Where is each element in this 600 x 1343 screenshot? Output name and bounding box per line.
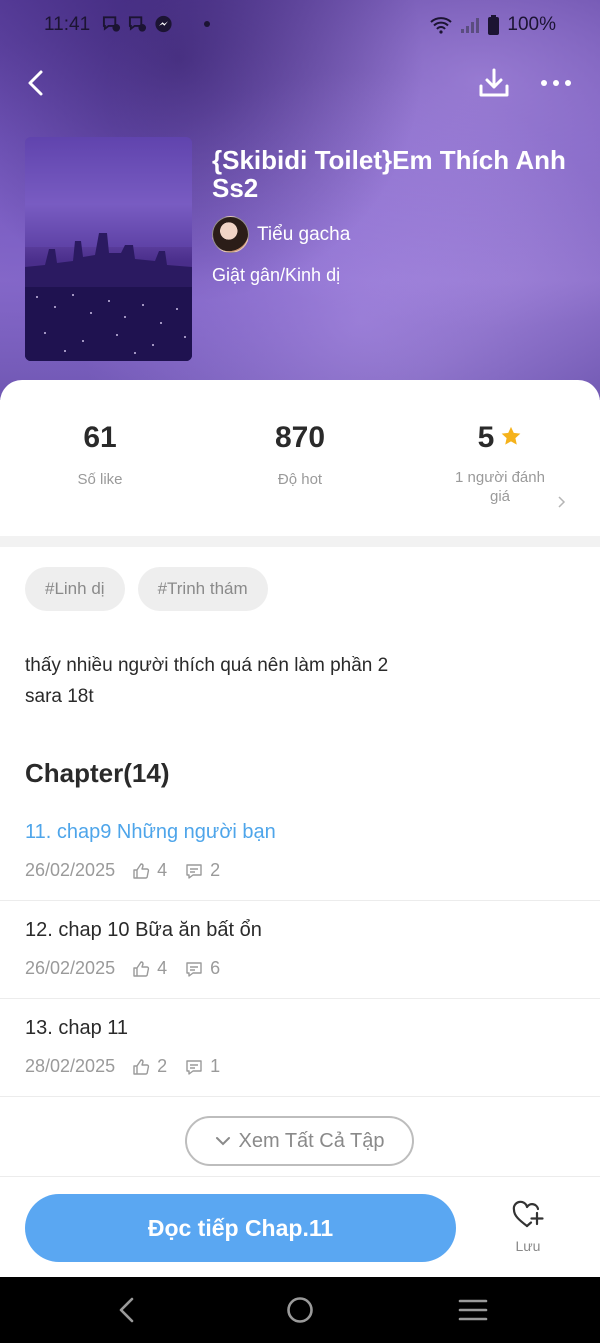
save-button[interactable]: Lưu [498, 1199, 558, 1263]
chat-notification-icon [128, 16, 147, 32]
system-home-icon[interactable] [286, 1296, 314, 1324]
comment-icon [186, 1059, 202, 1075]
chapter-title[interactable]: 11. chap9 Những người bạn [25, 821, 276, 844]
battery-percent: 100% [507, 14, 556, 35]
stat-rating[interactable]: 5 1 người đánh giá [400, 420, 600, 506]
rating-label: 1 người đánh giá [455, 469, 545, 505]
system-status: 100% [430, 14, 556, 36]
messenger-icon [155, 15, 172, 33]
likes-value: 61 [83, 421, 117, 454]
hot-label: Độ hot [277, 471, 323, 488]
chapter-meta: 28/02/2025 2 1 [25, 1056, 220, 1077]
chapter-title[interactable]: 13. chap 11 [25, 1017, 128, 1040]
chapter-date: 28/02/2025 [25, 1056, 116, 1076]
chapter-comments: 1 [210, 1056, 221, 1076]
chapter-item[interactable]: 11. chap9 Những người bạn 26/02/2025 4 2 [0, 803, 600, 901]
likes-label: Số like [77, 471, 123, 488]
stat-hot: 870 Độ hot [200, 420, 400, 489]
tag-chip[interactable]: #Trinh thám [137, 567, 268, 611]
view-all-chapters-button[interactable]: Xem Tất Cả Tập [185, 1116, 414, 1166]
chevron-right-icon[interactable] [555, 495, 567, 509]
chapter-list: 11. chap9 Những người bạn 26/02/2025 4 2… [0, 803, 600, 1097]
system-back-icon[interactable] [116, 1296, 138, 1324]
chapter-item[interactable]: 12. chap 10 Bữa ăn bất ổn 26/02/2025 4 6 [0, 901, 600, 999]
status-bar: 11:41 100% [0, 0, 600, 50]
signal-icon [461, 18, 480, 33]
download-icon[interactable] [476, 64, 512, 102]
back-icon[interactable] [20, 64, 56, 102]
thumbs-up-icon [133, 1058, 150, 1075]
continue-reading-button[interactable]: Đọc tiếp Chap.11 [25, 1194, 456, 1262]
chapter-comments: 2 [210, 860, 221, 880]
chapter-date: 26/02/2025 [25, 958, 116, 978]
view-all-label: Xem Tất Cả Tập [238, 1129, 385, 1152]
chat-notification-icon [102, 16, 121, 32]
cover-image [25, 137, 192, 361]
wifi-icon [430, 17, 453, 34]
chapter-meta: 26/02/2025 4 2 [25, 860, 220, 881]
stat-likes: 61 Số like [0, 420, 200, 489]
section-divider [0, 536, 600, 547]
book-title: {Skibidi Toilet}Em Thích Anh Ss2 [212, 145, 566, 203]
chapter-meta: 26/02/2025 4 6 [25, 958, 220, 979]
chapter-likes: 2 [157, 1056, 168, 1076]
chapter-likes: 4 [157, 958, 168, 978]
author-row[interactable]: Tiểu gacha [212, 216, 350, 253]
chapter-comments: 6 [210, 958, 221, 978]
status-time: 11:41 [44, 14, 91, 35]
chapters-heading: Chapter(14) [25, 758, 170, 788]
thumbs-up-icon [133, 862, 150, 879]
system-navigation-bar [0, 1277, 600, 1343]
hot-value: 870 [274, 421, 326, 454]
battery-icon [488, 15, 500, 35]
rating-value-row: 5 [400, 420, 600, 456]
bottom-action-bar: Đọc tiếp Chap.11 Lưu [0, 1176, 600, 1277]
more-notifications-dot [204, 21, 210, 27]
rating-value: 5 [477, 421, 495, 454]
comment-icon [186, 863, 202, 879]
notification-icons [102, 15, 210, 33]
thumbs-up-icon [133, 960, 150, 977]
tag-list: #Linh dị #Trinh thám [25, 567, 268, 611]
star-icon [501, 426, 521, 445]
chapter-likes: 4 [157, 860, 168, 880]
chapter-date: 26/02/2025 [25, 860, 116, 880]
author-avatar[interactable] [212, 216, 249, 253]
chapter-title[interactable]: 12. chap 10 Bữa ăn bất ổn [25, 919, 262, 942]
comment-icon [186, 961, 202, 977]
more-icon[interactable] [538, 64, 574, 102]
author-name[interactable]: Tiểu gacha [257, 224, 350, 246]
book-cover [25, 137, 192, 361]
tag-chip[interactable]: #Linh dị [25, 567, 125, 611]
book-description: thấy nhiều người thích quá nên làm phần … [25, 655, 389, 707]
chevron-down-icon [215, 1137, 230, 1146]
chapter-item[interactable]: 13. chap 11 28/02/2025 2 1 [0, 999, 600, 1097]
heart-plus-icon [512, 1200, 544, 1228]
stats-row: 61 Số like 870 Độ hot 5 1 người đánh giá [0, 420, 600, 530]
system-menu-icon[interactable] [458, 1296, 488, 1324]
book-genre: Giật gân/Kinh dị [212, 265, 341, 285]
save-label: Lưu [515, 1238, 541, 1254]
